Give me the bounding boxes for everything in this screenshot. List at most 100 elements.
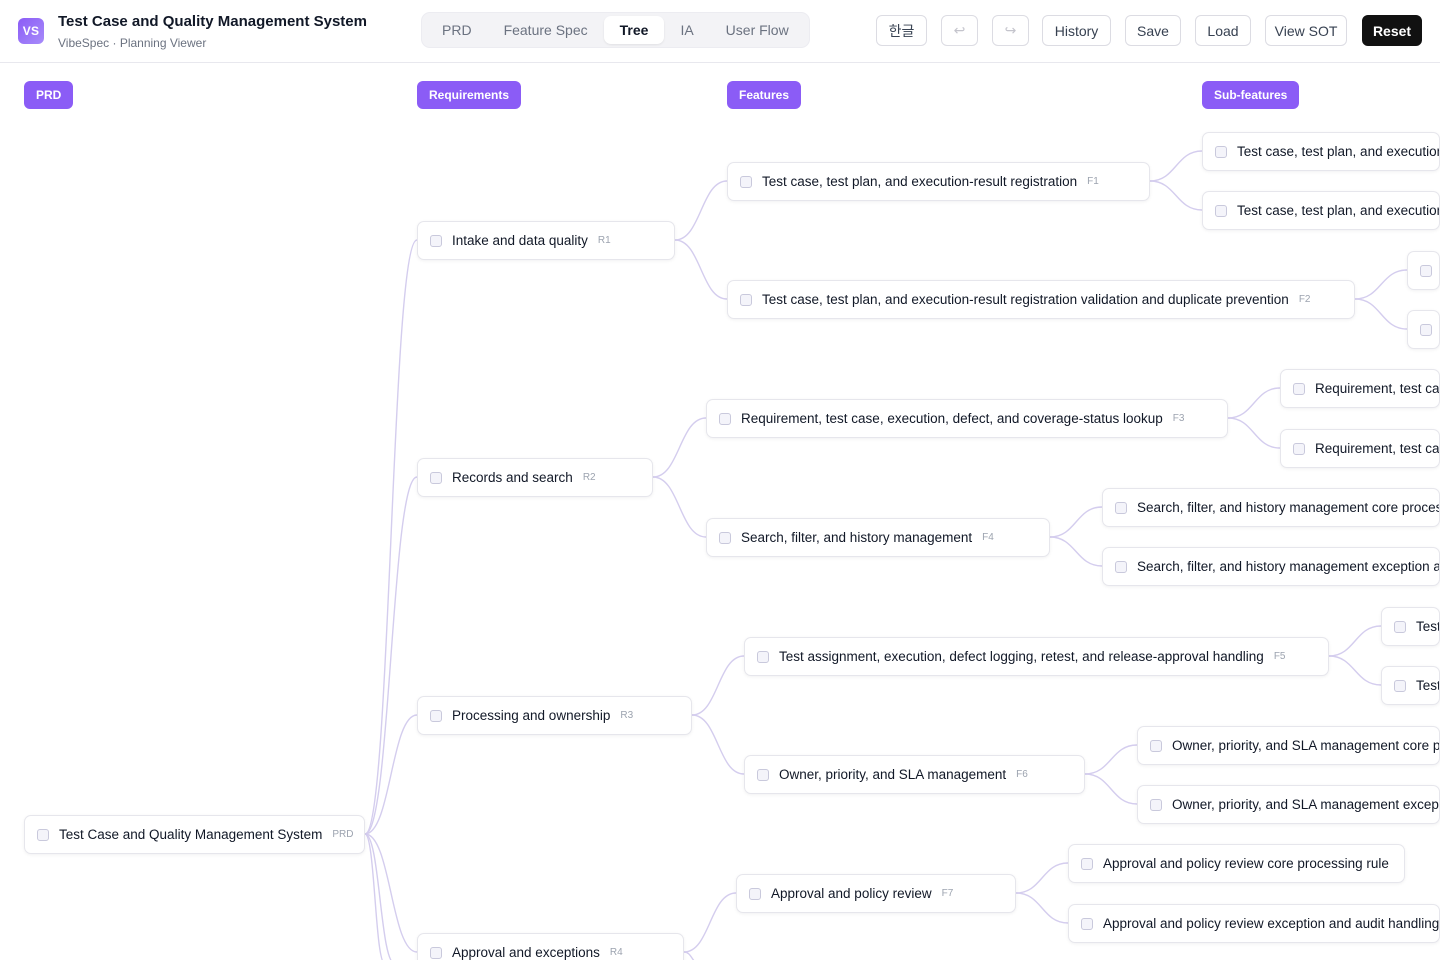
node-label: Test case, test plan, and execution-resu… bbox=[762, 292, 1289, 307]
tree-node-feature[interactable]: Requirement, test case, execution, defec… bbox=[706, 399, 1228, 438]
tab-tree[interactable]: Tree bbox=[603, 16, 665, 44]
tab-feature-spec[interactable]: Feature Spec bbox=[488, 16, 604, 44]
node-code: F5 bbox=[1273, 651, 1286, 662]
tree-edge bbox=[1227, 417, 1281, 449]
node-label: Test assignment, execution, defect loggi… bbox=[779, 649, 1264, 664]
node-checkbox[interactable] bbox=[749, 887, 761, 900]
node-checkbox[interactable] bbox=[1215, 145, 1227, 158]
top-bar: VS Test Case and Quality Management Syst… bbox=[0, 0, 1440, 63]
tree-edge bbox=[1049, 536, 1103, 567]
node-checkbox[interactable] bbox=[1394, 620, 1406, 633]
node-label: Search, filter, and history management c… bbox=[1137, 500, 1440, 515]
tree-node-requirement[interactable]: Records and search R2 bbox=[417, 458, 653, 497]
tree-edge bbox=[683, 951, 695, 960]
tree-node-subfeature[interactable]: Test bbox=[1381, 607, 1440, 646]
node-label: Approval and policy review exception and… bbox=[1103, 916, 1440, 931]
tree-edge bbox=[674, 180, 728, 241]
tab-prd[interactable]: PRD bbox=[426, 16, 488, 44]
tree-edge bbox=[364, 833, 384, 960]
tree-edge bbox=[691, 714, 745, 775]
tree-node-requirement[interactable]: Intake and data quality R1 bbox=[417, 221, 675, 260]
node-checkbox[interactable] bbox=[1293, 442, 1305, 455]
node-checkbox[interactable] bbox=[1394, 679, 1406, 692]
node-checkbox[interactable] bbox=[740, 175, 752, 188]
save-button[interactable]: Save bbox=[1125, 15, 1181, 46]
history-button[interactable]: History bbox=[1042, 15, 1111, 46]
tree-node-subfeature[interactable]: Test bbox=[1381, 666, 1440, 705]
node-checkbox[interactable] bbox=[430, 471, 442, 484]
reset-button[interactable]: Reset bbox=[1362, 15, 1422, 46]
tab-ia[interactable]: IA bbox=[664, 16, 709, 44]
node-label: Approval and policy review core processi… bbox=[1103, 856, 1389, 871]
tab-user-flow[interactable]: User Flow bbox=[710, 16, 805, 44]
tree-node-subfeature[interactable] bbox=[1407, 251, 1440, 290]
node-code: F1 bbox=[1087, 176, 1099, 187]
node-checkbox[interactable] bbox=[1150, 798, 1162, 811]
node-checkbox[interactable] bbox=[1420, 323, 1432, 336]
node-label: Approval and policy review bbox=[771, 886, 932, 901]
node-checkbox[interactable] bbox=[740, 293, 752, 306]
node-checkbox[interactable] bbox=[430, 946, 442, 959]
undo-icon[interactable]: ↩ bbox=[941, 15, 978, 46]
tree-node-subfeature[interactable]: Requirement, test case bbox=[1280, 369, 1440, 408]
tree-edge bbox=[1015, 892, 1069, 924]
tree-node-subfeature[interactable]: Search, filter, and history management c… bbox=[1102, 488, 1440, 527]
node-code: F3 bbox=[1172, 413, 1185, 424]
view-sot-button[interactable]: View SOT bbox=[1265, 15, 1347, 46]
node-checkbox[interactable] bbox=[719, 531, 731, 544]
node-checkbox[interactable] bbox=[1420, 264, 1432, 277]
tree-node-feature[interactable]: Test case, test plan, and execution-resu… bbox=[727, 280, 1355, 319]
language-toggle-button[interactable]: 한글 bbox=[876, 15, 927, 46]
tree-node-feature[interactable]: Test assignment, execution, defect loggi… bbox=[744, 637, 1329, 676]
tree-edge bbox=[1084, 773, 1138, 805]
tree-node-subfeature[interactable]: Owner, priority, and SLA management exce… bbox=[1137, 785, 1440, 824]
tree-node-subfeature[interactable]: Approval and policy review exception and… bbox=[1068, 904, 1440, 943]
tree-node-subfeature[interactable]: Owner, priority, and SLA management core… bbox=[1137, 726, 1440, 765]
node-checkbox[interactable] bbox=[1081, 917, 1093, 930]
tree-node-subfeature[interactable] bbox=[1407, 310, 1440, 349]
node-label: Requirement, test case, execution, defec… bbox=[741, 411, 1163, 426]
node-label: Approval and exceptions bbox=[452, 945, 600, 960]
node-checkbox[interactable] bbox=[1115, 560, 1127, 573]
node-checkbox[interactable] bbox=[719, 412, 731, 425]
tree-edge bbox=[652, 417, 707, 478]
tree-canvas[interactable]: PRD Requirements Features Sub-features T… bbox=[0, 64, 1440, 960]
tree-node-feature[interactable]: Search, filter, and history management F… bbox=[706, 518, 1050, 557]
tree-node-feature[interactable]: Test case, test plan, and execution-resu… bbox=[727, 162, 1150, 201]
node-checkbox[interactable] bbox=[1150, 739, 1162, 752]
node-checkbox[interactable] bbox=[1081, 857, 1093, 870]
node-label: Records and search bbox=[452, 470, 573, 485]
tree-node-subfeature[interactable]: Search, filter, and history management e… bbox=[1102, 547, 1440, 586]
column-label-features: Features bbox=[727, 81, 802, 109]
node-checkbox[interactable] bbox=[37, 828, 49, 841]
node-checkbox[interactable] bbox=[430, 234, 442, 247]
node-label: Search, filter, and history management bbox=[741, 530, 973, 545]
node-checkbox[interactable] bbox=[430, 709, 442, 722]
redo-icon[interactable]: ↪ bbox=[992, 15, 1029, 46]
node-label: Test Case and Quality Management System bbox=[59, 827, 323, 842]
node-checkbox[interactable] bbox=[757, 650, 769, 663]
tree-node-subfeature[interactable]: Test case, test plan, and execution-re bbox=[1202, 191, 1440, 230]
node-label: Requirement, test case bbox=[1315, 441, 1440, 456]
tree-node-subfeature[interactable]: Approval and policy review core processi… bbox=[1068, 844, 1405, 883]
tree-edge bbox=[1227, 387, 1281, 419]
tree-node-root[interactable]: Test Case and Quality Management System … bbox=[24, 815, 365, 854]
tree-node-requirement[interactable]: Processing and ownership R3 bbox=[417, 696, 692, 735]
tree-node-feature[interactable]: Owner, priority, and SLA management F6 bbox=[744, 755, 1085, 794]
node-code: R3 bbox=[620, 710, 634, 721]
tree-node-feature[interactable]: Approval and policy review F7 bbox=[736, 874, 1016, 913]
node-label: Test case, test plan, and execution-re bbox=[1237, 144, 1440, 159]
tree-edge bbox=[1049, 506, 1103, 538]
tree-node-subfeature[interactable]: Test case, test plan, and execution-re bbox=[1202, 132, 1440, 171]
node-checkbox[interactable] bbox=[1293, 382, 1305, 395]
column-label-requirements: Requirements bbox=[417, 81, 522, 109]
app-title: Test Case and Quality Management System bbox=[58, 13, 367, 30]
node-checkbox[interactable] bbox=[757, 768, 769, 781]
tree-node-subfeature[interactable]: Requirement, test case bbox=[1280, 429, 1440, 468]
load-button[interactable]: Load bbox=[1195, 15, 1251, 46]
node-label: Test case, test plan, and execution-resu… bbox=[762, 174, 1078, 189]
node-checkbox[interactable] bbox=[1115, 501, 1127, 514]
node-checkbox[interactable] bbox=[1215, 204, 1227, 217]
node-code: R1 bbox=[597, 235, 611, 246]
tree-node-requirement[interactable]: Approval and exceptions R4 bbox=[417, 933, 684, 960]
